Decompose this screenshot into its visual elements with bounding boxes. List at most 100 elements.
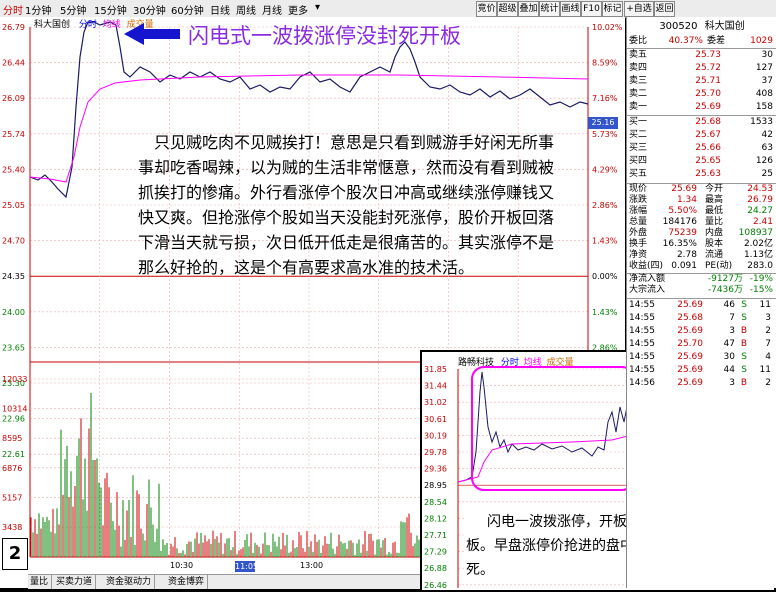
mark-button[interactable]: 标记 — [602, 1, 623, 17]
overlay-button[interactable]: 叠加 — [518, 1, 539, 17]
stat-label: 量比 — [705, 217, 724, 227]
ask-price: 25.69 — [695, 102, 721, 112]
stock-name: 科大国创 — [704, 21, 745, 32]
inset-price-tick: 26.88 — [424, 564, 447, 573]
main-commentary: 只见贼吃肉不见贼挨打！意思是只看到贼游手好闲无所事事却吃香喝辣，以为贼的生活非常… — [138, 133, 555, 277]
weibi-row: 委比 40.37% 委差 1029 — [627, 35, 776, 49]
volume-tick: 12033 — [2, 375, 27, 384]
stat-label: 总量 — [629, 217, 648, 227]
tick-side: B — [740, 378, 747, 388]
inset-price-tick: 30.19 — [424, 431, 447, 440]
back-button[interactable]: 返回 — [654, 1, 675, 17]
pct-tick: 4.29% — [592, 165, 618, 174]
tick-count: 11 — [759, 300, 771, 310]
bid-price: 25.67 — [695, 130, 721, 140]
draw-button[interactable]: 画线 — [560, 1, 581, 17]
bid-volume: 42 — [761, 130, 773, 140]
bid-row: 买一 25.68 1533 — [627, 116, 776, 129]
bid-volume: 1533 — [750, 117, 773, 127]
bid-label: 买二 — [629, 130, 648, 140]
tick-row: 14:56 25.69 3 B 2 — [627, 377, 776, 390]
period-tab-30min[interactable]: 30分钟 — [133, 2, 166, 17]
stat-value: 26.79 — [747, 195, 773, 205]
inset-price-tick: 28.54 — [424, 498, 447, 507]
period-tab-more[interactable]: 更多 — [288, 2, 308, 17]
stat-value: 2.02亿 — [743, 239, 773, 249]
ask-row: 卖二 25.70 408 — [627, 88, 776, 101]
tick-price: 25.68 — [677, 313, 703, 323]
inset-price-tick: 30.61 — [424, 415, 447, 424]
tick-price: 25.69 — [677, 300, 703, 310]
price-tick: 24.00 — [2, 308, 25, 317]
stat-value: 24.53 — [747, 184, 773, 194]
ask-volume: 127 — [755, 63, 773, 73]
stat-label: 涨幅 — [629, 206, 648, 216]
chevron-down-icon[interactable]: ▾ — [315, 2, 320, 13]
stats-button[interactable]: 统计 — [539, 1, 560, 17]
tick-volume: 3 — [729, 326, 735, 336]
stat-value: 184176 — [662, 217, 697, 227]
stat-value: 2.78 — [676, 250, 697, 260]
legend-junxian[interactable]: 均线 — [103, 20, 121, 30]
period-tab-60min[interactable]: 60分钟 — [171, 2, 204, 17]
period-tab-fenshi[interactable]: 分时 — [3, 2, 23, 17]
flow-pct: -19% — [749, 274, 773, 284]
flow-label: 净流入额 — [629, 274, 666, 284]
tab-volume-ratio[interactable]: 量比 — [30, 575, 53, 589]
tick-time: 14:55 — [629, 313, 655, 323]
page-number: 2 — [2, 538, 28, 570]
price-tick: 23.65 — [2, 343, 25, 352]
period-tab-15min[interactable]: 15分钟 — [94, 2, 127, 17]
period-tab-week[interactable]: 周线 — [236, 2, 256, 17]
weicha-value: 1029 — [750, 36, 773, 46]
price-tick: 24.35 — [2, 272, 25, 281]
tick-volume: 44 — [723, 365, 735, 375]
price-tick: 24.70 — [2, 237, 25, 246]
ask-volume: 158 — [755, 102, 773, 112]
pct-tick: 1.43% — [592, 237, 618, 246]
bid-price: 25.68 — [695, 117, 721, 127]
tick-count: 7 — [765, 339, 771, 349]
ask-row: 卖五 25.73 30 — [627, 49, 776, 62]
add-watchlist-button[interactable]: +自选 — [624, 1, 654, 17]
inset-price-tick: 29.78 — [424, 448, 447, 457]
stat-label: 流通 — [705, 250, 724, 260]
period-tab-month[interactable]: 月线 — [262, 2, 282, 17]
stat-row: 收益(四) 0.091 PE(动) 283.0 — [627, 261, 776, 272]
period-toolbar: 分时 1分钟 5分钟 15分钟 30分钟 60分钟 日线 周线 月线 更多 ▾ … — [0, 0, 776, 18]
tick-count: 2 — [765, 326, 771, 336]
tick-row: 14:55 25.70 47 B 7 — [627, 338, 776, 351]
stat-label: 涨跌 — [629, 195, 648, 205]
period-tab-5min[interactable]: 5分钟 — [60, 2, 86, 17]
auction-button[interactable]: 竞价 — [476, 1, 497, 17]
stat-value: 5.50% — [668, 206, 697, 216]
legend-fenshi[interactable]: 分时 — [79, 20, 97, 30]
stat-value: 0.091 — [671, 261, 697, 271]
tick-price: 25.69 — [677, 378, 703, 388]
tick-price: 25.69 — [677, 326, 703, 336]
period-tab-1min[interactable]: 1分钟 — [25, 2, 51, 17]
super-button[interactable]: 超级 — [497, 1, 518, 17]
tick-side: S — [741, 313, 747, 323]
tab-fund-game[interactable]: 资金博弈 — [168, 575, 209, 589]
period-tab-day[interactable]: 日线 — [210, 2, 230, 17]
weibi-label: 委比 — [629, 36, 648, 46]
tick-time: 14:55 — [629, 339, 655, 349]
tab-fund-drive[interactable]: 资金驱动力 — [106, 575, 156, 589]
stat-row: 涨跌 1.34 最高 26.79 — [627, 195, 776, 206]
flow-value: -7436万 — [707, 285, 743, 295]
tick-side: B — [740, 326, 747, 336]
quote-panel: 300520 科大国创 委比 40.37% 委差 1029 卖五 25.73 30 卖… — [626, 17, 776, 588]
bid-volume: 126 — [755, 156, 773, 166]
volume-tick: 8595 — [2, 434, 22, 443]
pct-tick: 8.59% — [592, 59, 618, 68]
bid-volume: 25 — [761, 169, 773, 179]
stat-row: 换手 16.35% 股本 2.02亿 — [627, 239, 776, 250]
stat-row: 外盘 75239 内盘 108937 — [627, 228, 776, 239]
f10-button[interactable]: F10 — [581, 1, 602, 17]
stat-label: 最高 — [705, 195, 724, 205]
bid-row: 买四 25.65 126 — [627, 155, 776, 168]
bid-price: 25.63 — [695, 169, 721, 179]
tab-buy-sell-power[interactable]: 买卖力道 — [56, 575, 97, 589]
volume-tick: 3438 — [2, 523, 22, 532]
